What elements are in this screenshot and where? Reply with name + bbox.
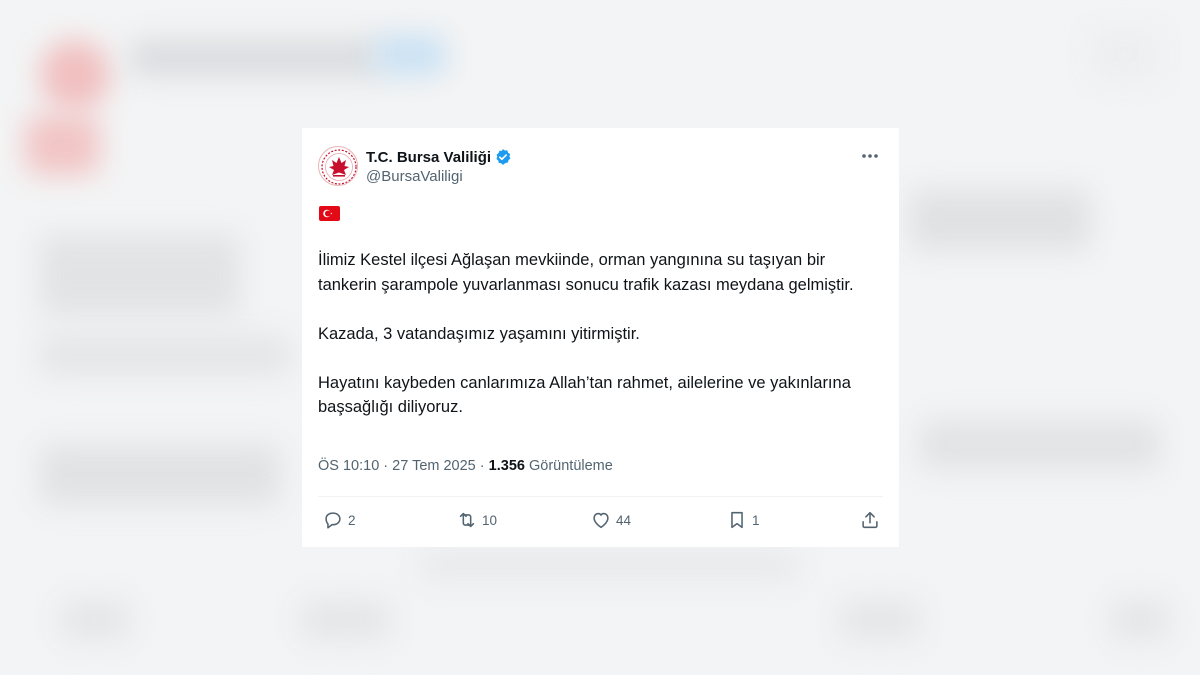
blurred-header-bar: [130, 40, 380, 76]
blurred-text-block: [40, 335, 290, 375]
blurred-button: [375, 35, 445, 75]
turkey-flag-icon: [319, 206, 340, 221]
reply-icon: [325, 512, 341, 529]
views-count[interactable]: 1.356: [489, 458, 525, 474]
blurred-footer-item: [1110, 600, 1170, 640]
tweet-date[interactable]: 27 Tem 2025: [392, 458, 476, 474]
tweet-paragraph: Kazada, 3 vatandaşımız yaşamını yitirmiş…: [318, 324, 640, 343]
tweet-card[interactable]: T.C. Bursa Valiliği @BursaValiligi İlimi…: [302, 128, 899, 547]
like-button[interactable]: 44: [590, 508, 631, 532]
reply-button[interactable]: 2: [322, 508, 356, 532]
blurred-text-block: [40, 235, 240, 315]
more-options-icon[interactable]: [857, 146, 883, 166]
user-handle[interactable]: @BursaValiligi: [366, 168, 512, 185]
blurred-text-block: [40, 445, 280, 505]
blurred-footer-item: [300, 600, 390, 640]
blurred-footer-item: [840, 600, 920, 640]
meta-separator: ·: [383, 458, 389, 474]
action-bar: 2 10 44 1: [318, 508, 883, 532]
bookmark-icon: [731, 511, 743, 529]
avatar[interactable]: [318, 146, 358, 186]
verified-badge-icon[interactable]: [494, 148, 512, 166]
retweet-icon: [459, 512, 475, 528]
tweet-text: İlimiz Kestel ilçesi Ağlaşan mevkiinde, …: [318, 248, 888, 420]
divider: [318, 496, 883, 497]
blurred-logo: [25, 115, 100, 175]
blurred-corner: [1090, 30, 1160, 80]
tweet-time[interactable]: ÖS 10:10: [318, 458, 379, 474]
blurred-footer-item: [60, 600, 130, 640]
blurred-text-block: [920, 420, 1160, 470]
blurred-text-block: [910, 190, 1090, 250]
bookmark-button[interactable]: 1: [726, 508, 760, 532]
retweet-count: 10: [482, 512, 498, 528]
heart-icon: [593, 512, 609, 529]
share-icon: [862, 511, 878, 529]
tweet-meta: ÖS 10:10 · 27 Tem 2025 · 1.356 Görüntüle…: [318, 458, 613, 474]
views-label[interactable]: Görüntüleme: [529, 458, 613, 474]
bookmark-count: 1: [752, 512, 760, 528]
tweet-header: T.C. Bursa Valiliği @BursaValiligi: [318, 146, 883, 190]
tweet-paragraph: Hayatını kaybeden canlarımıza Allah’tan …: [318, 373, 851, 417]
tweet-paragraph: İlimiz Kestel ilçesi Ağlaşan mevkiinde, …: [318, 251, 854, 294]
blurred-avatar: [40, 40, 110, 110]
valilik-logo-icon: [321, 149, 357, 185]
display-name[interactable]: T.C. Bursa Valiliği: [366, 149, 491, 166]
share-button[interactable]: [859, 508, 881, 532]
blurred-footer: [420, 550, 800, 580]
reply-count: 2: [348, 512, 356, 528]
meta-separator: ·: [479, 458, 485, 474]
retweet-button[interactable]: 10: [456, 508, 497, 532]
like-count: 44: [616, 512, 632, 528]
